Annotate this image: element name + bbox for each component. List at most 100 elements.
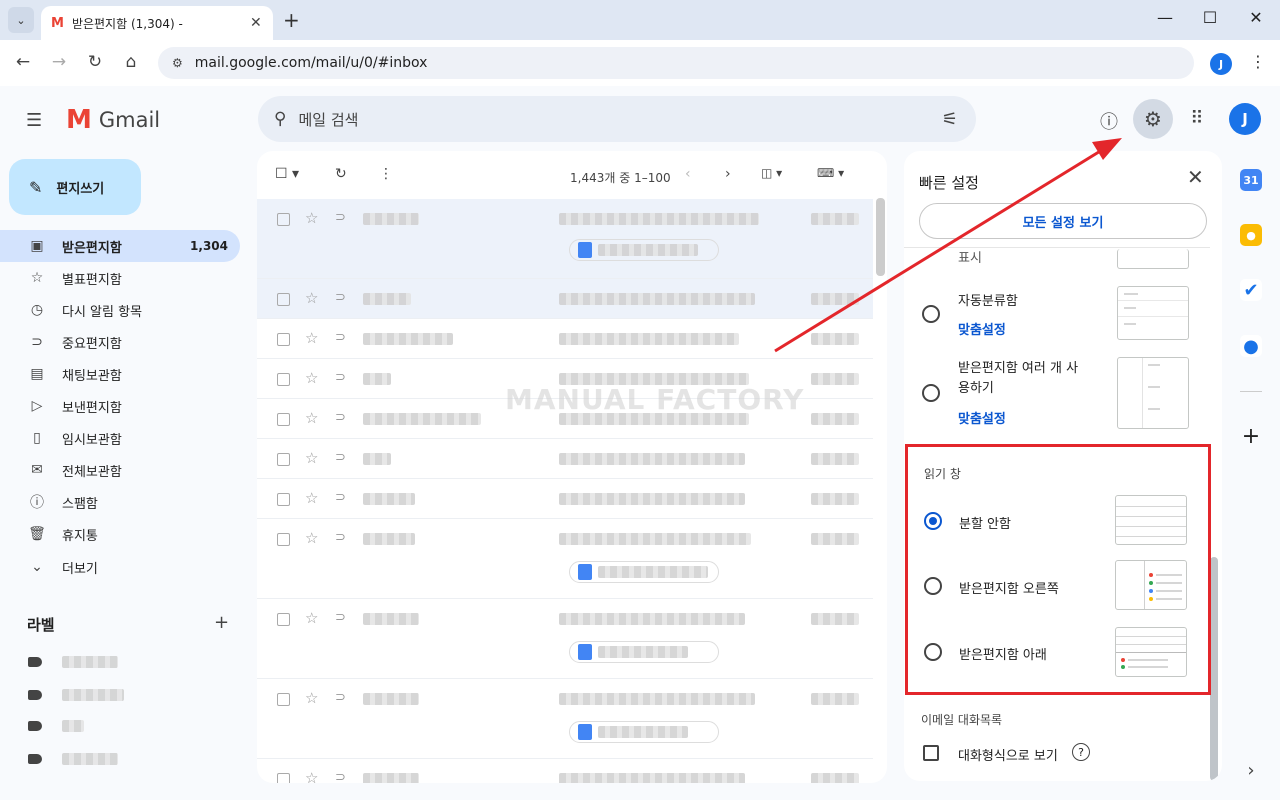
email-row[interactable]: ☆ ⊃: [257, 279, 873, 319]
email-row[interactable]: ☆ ⊃: [257, 199, 873, 279]
star-icon[interactable]: ☆: [305, 209, 318, 227]
important-marker-icon[interactable]: ⊃: [335, 210, 346, 225]
star-icon[interactable]: ☆: [305, 409, 318, 427]
star-icon[interactable]: ☆: [305, 289, 318, 307]
window-close-button[interactable]: ✕: [1236, 8, 1276, 27]
main-menu-icon[interactable]: ☰: [26, 110, 42, 131]
important-marker-icon[interactable]: ⊃: [335, 370, 346, 385]
important-marker-icon[interactable]: ⊃: [335, 610, 346, 625]
search-bar[interactable]: ⚲ 메일 검색 ⚟: [258, 96, 976, 142]
tasks-icon[interactable]: ✔: [1240, 279, 1262, 301]
star-icon[interactable]: ☆: [305, 489, 318, 507]
apps-grid-icon[interactable]: ⠿: [1179, 108, 1215, 129]
search-options-icon[interactable]: ⚟: [942, 109, 958, 130]
attachment-chip[interactable]: [569, 721, 719, 743]
row-checkbox[interactable]: [277, 693, 290, 706]
browser-menu-icon[interactable]: ⋮: [1250, 52, 1266, 71]
browser-tab[interactable]: M 받은편지함 (1,304) - ✕: [41, 6, 273, 40]
inbox-type-radio[interactable]: [922, 384, 940, 402]
browser-profile-avatar[interactable]: J: [1210, 53, 1232, 75]
star-icon[interactable]: ☆: [305, 529, 318, 547]
attachment-chip[interactable]: [569, 239, 719, 261]
newer-page-icon[interactable]: ‹: [685, 166, 691, 182]
site-info-icon[interactable]: ⚙: [172, 56, 183, 70]
add-label-button[interactable]: +: [214, 612, 229, 633]
search-input[interactable]: 메일 검색: [298, 109, 358, 130]
attachment-chip[interactable]: [569, 561, 719, 583]
gmail-logo[interactable]: M Gmail: [66, 105, 160, 135]
nav-item-sent[interactable]: ▷ 보낸편지함: [0, 390, 240, 422]
nav-item-all-mail[interactable]: ✉ 전체보관함: [0, 454, 240, 486]
star-icon[interactable]: ☆: [305, 689, 318, 707]
nav-item-chats[interactable]: ▤ 채팅보관함: [0, 358, 240, 390]
nav-item-more[interactable]: ⌄ 더보기: [0, 551, 240, 583]
label-item[interactable]: [28, 716, 84, 736]
refresh-icon[interactable]: ↻: [335, 166, 347, 182]
customize-link[interactable]: 맞춤설정: [958, 408, 1006, 427]
more-options-icon[interactable]: ⋮: [379, 166, 393, 182]
label-item[interactable]: [28, 652, 118, 672]
important-marker-icon[interactable]: ⊃: [335, 490, 346, 505]
nav-item-drafts[interactable]: ▯ 임시보관함: [0, 422, 240, 454]
see-all-settings-button[interactable]: 모든 설정 보기: [919, 203, 1207, 239]
keep-icon[interactable]: ●: [1240, 224, 1262, 246]
row-checkbox[interactable]: [277, 293, 290, 306]
row-checkbox[interactable]: [277, 213, 290, 226]
settings-gear-button[interactable]: ⚙: [1133, 99, 1173, 139]
email-row[interactable]: ☆ ⊃: [257, 439, 873, 479]
row-checkbox[interactable]: [277, 533, 290, 546]
important-marker-icon[interactable]: ⊃: [335, 530, 346, 545]
compose-button[interactable]: ✎ 편지쓰기: [9, 159, 141, 215]
important-marker-icon[interactable]: ⊃: [335, 410, 346, 425]
nav-item-starred[interactable]: ☆ 별표편지함: [0, 262, 240, 294]
search-icon[interactable]: ⚲: [274, 109, 286, 129]
important-marker-icon[interactable]: ⊃: [335, 290, 346, 305]
help-icon[interactable]: ?: [1072, 743, 1090, 761]
add-addon-icon[interactable]: +: [1240, 424, 1262, 449]
reload-button[interactable]: ↻: [83, 52, 107, 72]
forward-button[interactable]: →: [47, 52, 71, 72]
row-checkbox[interactable]: [277, 493, 290, 506]
email-row[interactable]: ☆ ⊃: [257, 759, 873, 783]
row-checkbox[interactable]: [277, 613, 290, 626]
select-all-checkbox[interactable]: ☐ ▾: [275, 166, 299, 182]
address-bar[interactable]: ⚙ mail.google.com/mail/u/0/#inbox ◈ ☆: [158, 47, 1194, 79]
split-pane-toggle-icon[interactable]: ◫ ▾: [761, 166, 782, 180]
row-checkbox[interactable]: [277, 333, 290, 346]
support-icon[interactable]: ⓘ: [1091, 108, 1127, 134]
calendar-icon[interactable]: 31: [1240, 169, 1262, 191]
customize-link[interactable]: 맞춤설정: [958, 319, 1006, 338]
label-item[interactable]: [28, 685, 124, 705]
inbox-type-radio[interactable]: [922, 305, 940, 323]
nav-item-important[interactable]: ⊃ 중요편지함: [0, 326, 240, 358]
tab-search-button[interactable]: ⌄: [8, 7, 34, 33]
label-item[interactable]: [28, 749, 118, 769]
home-button[interactable]: ⌂: [119, 52, 143, 72]
chevron-right-icon[interactable]: ›: [1240, 759, 1262, 781]
row-checkbox[interactable]: [277, 373, 290, 386]
input-tools-icon[interactable]: ⌨ ▾: [817, 166, 844, 180]
email-row[interactable]: ☆ ⊃: [257, 319, 873, 359]
row-checkbox[interactable]: [277, 773, 290, 783]
tab-close-icon[interactable]: ✕: [250, 15, 262, 31]
older-page-icon[interactable]: ›: [725, 166, 731, 182]
nav-item-inbox[interactable]: ▣ 받은편지함 1,304: [0, 230, 240, 262]
minimize-button[interactable]: —: [1145, 8, 1185, 27]
star-icon[interactable]: ☆: [305, 609, 318, 627]
email-row[interactable]: ☆ ⊃: [257, 679, 873, 759]
close-icon[interactable]: ✕: [1187, 165, 1204, 189]
nav-item-spam[interactable]: ⓘ 스팸함: [0, 486, 240, 518]
nav-item-trash[interactable]: 🗑 휴지통: [0, 518, 240, 550]
attachment-chip[interactable]: [569, 641, 719, 663]
important-marker-icon[interactable]: ⊃: [335, 450, 346, 465]
star-icon[interactable]: ☆: [305, 449, 318, 467]
list-scrollbar[interactable]: [876, 198, 885, 276]
new-tab-button[interactable]: +: [283, 8, 300, 32]
star-icon[interactable]: ☆: [305, 769, 318, 783]
email-row[interactable]: ☆ ⊃: [257, 519, 873, 599]
conversation-view-checkbox[interactable]: [923, 745, 939, 761]
row-checkbox[interactable]: [277, 413, 290, 426]
account-avatar[interactable]: J: [1229, 103, 1261, 135]
maximize-button[interactable]: ☐: [1190, 8, 1230, 27]
contacts-icon[interactable]: ●: [1240, 335, 1262, 357]
